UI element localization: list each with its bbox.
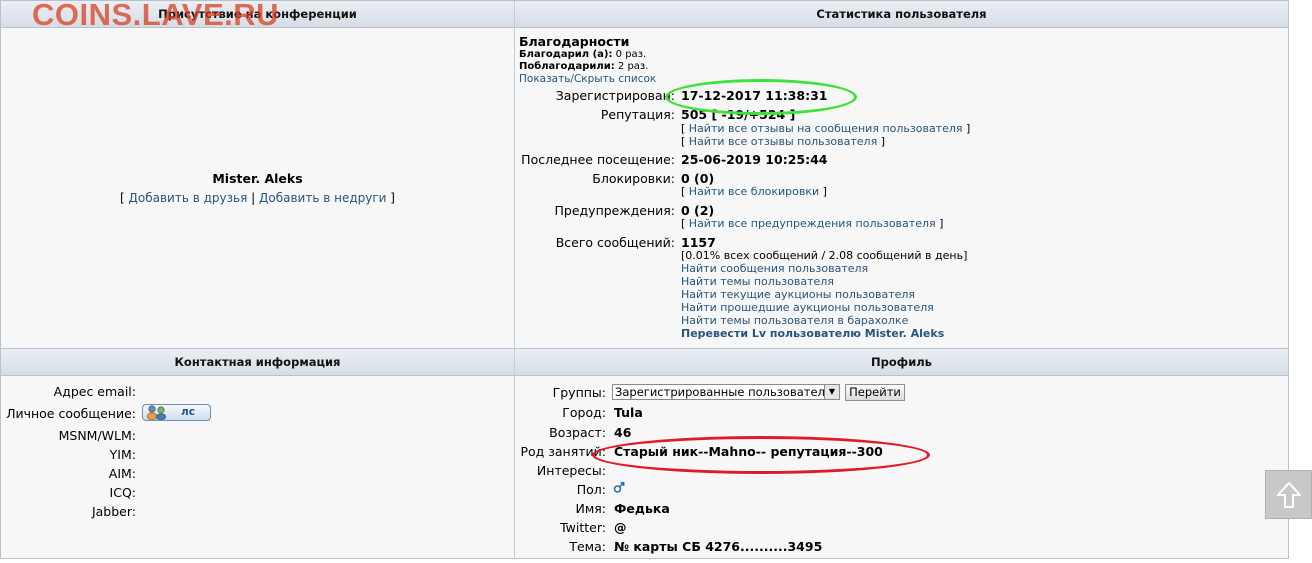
transfer-lv-link[interactable]: Перевести Lv пользователю Mister. Aleks (681, 327, 944, 340)
yim-label: YIM: (109, 447, 136, 462)
toggle-thanks-link[interactable]: Показать/Скрыть список (519, 73, 656, 85)
male-icon (613, 481, 625, 494)
name-value: Федька (614, 501, 670, 516)
last-visit-value: 25-06-2019 10:25:44 (681, 152, 828, 167)
groups-select-value: Зарегистрированные пользователи (615, 385, 833, 399)
posts-label: Всего сообщений: (555, 235, 675, 250)
find-flea-topics-link[interactable]: Найти темы пользователя в барахолке (681, 314, 908, 327)
find-rep-posts-link[interactable]: Найти все отзывы на сообщения пользовате… (689, 122, 963, 135)
was-thanked-label: Поблагодарили: (519, 61, 615, 72)
thanked-label: Благодарил (а): (519, 49, 613, 60)
topic-value: № карты СБ 4276..........3495 (614, 539, 823, 554)
topic-label: Тема: (569, 539, 606, 554)
city-label: Город: (562, 405, 606, 420)
groups-label: Группы: (552, 385, 606, 400)
interests-label: Интересы: (536, 463, 606, 478)
last-visit-label: Последнее посещение: (521, 152, 675, 167)
find-posts-link[interactable]: Найти сообщения пользователя (681, 262, 868, 275)
gender-label: Пол: (576, 482, 606, 497)
warnings-label: Предупреждения: (554, 203, 675, 218)
red-highlight-oval (592, 436, 930, 474)
find-blocks-link[interactable]: Найти все блокировки (689, 185, 819, 198)
bracket-close: ] (390, 191, 395, 205)
registered-label: Зарегистрирован: (555, 88, 675, 103)
pm-button-label: лс (181, 406, 195, 418)
thanked-value: 0 раз. (615, 49, 647, 60)
warnings-link-row: [ Найти все предупреждения пользователя … (681, 217, 944, 230)
stats-header: Статистика пользователя (515, 1, 1288, 28)
pm-label: Личное сообщение: (6, 406, 136, 421)
add-foe-link[interactable]: Добавить в недруги (259, 191, 386, 205)
reputation-label: Репутация: (600, 107, 675, 122)
posts-value: 1157 (681, 235, 716, 250)
thanks-title: Благодарности (519, 34, 630, 49)
twitter-value: @ (614, 520, 627, 535)
email-label: Адрес email: (53, 384, 136, 399)
blocks-link-row: [ Найти все блокировки ] (681, 185, 827, 198)
was-thanked-value: 2 раз. (617, 61, 649, 72)
blocks-label: Блокировки: (592, 171, 675, 186)
username: Mister. Aleks (212, 171, 303, 186)
go-button[interactable]: Перейти (845, 384, 905, 401)
was-thanked-row: Поблагодарили: 2 раз. (519, 61, 648, 72)
users-icon (145, 405, 171, 420)
watermark: COINS.LAVE.RU (32, 0, 280, 32)
twitter-label: Twitter: (560, 520, 606, 535)
find-past-auctions-link[interactable]: Найти прошедшие аукционы пользователя (681, 301, 934, 314)
icq-label: ICQ: (109, 485, 136, 500)
find-rep-user-link[interactable]: Найти все отзывы пользователя (689, 135, 877, 148)
pm-button[interactable]: лс (142, 404, 211, 421)
add-friend-link[interactable]: Добавить в друзья (129, 191, 248, 205)
rep-link1-row: [ Найти все отзывы на сообщения пользова… (681, 122, 971, 135)
warnings-value: 0 (2) (681, 203, 715, 218)
bracket-open: [ (120, 191, 125, 205)
blocks-value: 0 (0) (681, 171, 715, 186)
arrow-up-icon (1275, 481, 1303, 508)
age-label: Возраст: (549, 425, 606, 440)
name-label: Имя: (575, 501, 606, 516)
find-warnings-link[interactable]: Найти все предупреждения пользователя (689, 217, 936, 230)
profile-table: Присутствие на конференции Статистика по… (0, 0, 1289, 559)
groups-select[interactable]: Зарегистрированные пользователи ▼ (612, 384, 840, 400)
aim-label: AIM: (108, 466, 136, 481)
msn-label: MSNM/WLM: (58, 428, 136, 443)
city-value: Tula (614, 405, 643, 420)
rep-link2-row: [ Найти все отзывы пользователя ] (681, 135, 886, 148)
find-current-auctions-link[interactable]: Найти текущие аукционы пользователя (681, 288, 915, 301)
chevron-down-icon: ▼ (824, 385, 839, 399)
contact-header: Контактная информация (1, 348, 514, 376)
green-highlight-oval (665, 79, 857, 115)
profile-header: Профиль (515, 348, 1288, 376)
age-value: 46 (614, 425, 632, 440)
separator: | (251, 191, 256, 205)
scroll-to-top-button[interactable] (1265, 470, 1312, 519)
thanked-row: Благодарил (а): 0 раз. (519, 49, 646, 60)
jabber-label: Jabber: (91, 504, 136, 519)
friend-actions: [ Добавить в друзья | Добавить в недруги… (1, 191, 514, 205)
posts-stats: [0.01% всех сообщений / 2.08 сообщений в… (681, 249, 968, 262)
find-topics-link[interactable]: Найти темы пользователя (681, 275, 834, 288)
